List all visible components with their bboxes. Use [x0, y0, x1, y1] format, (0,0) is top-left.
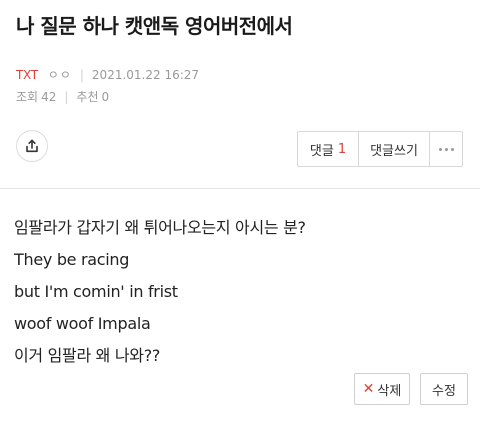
meta-divider: |: [79, 67, 84, 82]
more-dots-icon: [438, 147, 454, 151]
post-toolbar: 댓글 1 댓글쓰기: [297, 131, 463, 167]
delete-x-icon: ✕: [362, 381, 375, 397]
post-meta: TXT ㅇㅇ | 2021.01.22 16:27: [16, 66, 199, 83]
share-button[interactable]: [16, 130, 48, 162]
body-line: 임팔라가 갑자기 왜 튀어나오는지 아시는 분?: [14, 218, 306, 237]
post-stats: 조회 42 | 추천 0: [16, 88, 109, 105]
post-datetime: 2021.01.22 16:27: [91, 67, 200, 82]
post-title: 나 질문 하나 캣앤독 영어버전에서: [16, 14, 293, 38]
body-line: They be racing: [14, 250, 130, 269]
post-body: 임팔라가 갑자기 왜 튀어나오는지 아시는 분? They be racing …: [14, 212, 464, 372]
recommend-label: 추천: [76, 90, 99, 104]
views-count: 42: [41, 89, 57, 104]
body-line: woof woof Impala: [14, 314, 151, 333]
delete-button[interactable]: ✕ 삭제: [354, 373, 410, 405]
stats-divider: |: [64, 89, 69, 104]
comments-count: 1: [337, 141, 347, 157]
header-divider: [0, 188, 480, 189]
edit-button[interactable]: 수정: [420, 373, 468, 405]
views-label: 조회: [16, 90, 39, 104]
body-line: but I'm comin' in frist: [14, 282, 178, 301]
category-label[interactable]: TXT: [16, 68, 38, 82]
share-icon: [26, 139, 38, 153]
recommend-count: 0: [101, 89, 110, 104]
comments-button[interactable]: 댓글 1: [298, 132, 358, 166]
more-button[interactable]: [429, 132, 462, 166]
delete-label: 삭제: [377, 383, 402, 399]
comments-label: 댓글: [309, 143, 334, 159]
author-name[interactable]: ㅇㅇ: [48, 66, 72, 83]
write-comment-button[interactable]: 댓글쓰기: [358, 132, 429, 166]
body-line: 이거 임팔라 왜 나와??: [14, 346, 161, 365]
